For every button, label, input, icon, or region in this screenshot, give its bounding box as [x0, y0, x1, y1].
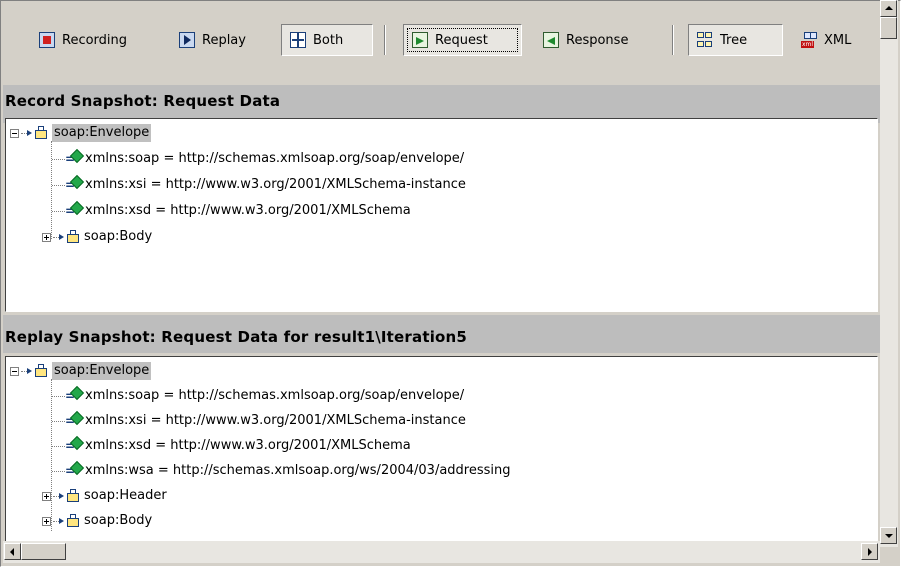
node-arrow-icon	[59, 518, 65, 524]
recording-icon	[39, 32, 55, 48]
xml-attribute-icon	[65, 437, 81, 455]
both-label: Both	[313, 32, 344, 48]
scroll-left-button[interactable]	[4, 543, 21, 560]
node-arrow-icon	[59, 234, 65, 240]
recording-button[interactable]: Recording	[31, 24, 135, 56]
collapse-icon[interactable]	[10, 128, 19, 138]
snapshot-view: Recording Replay Both Request Response T…	[3, 3, 880, 541]
tree-node-envelope[interactable]: soap:Envelope	[10, 124, 152, 142]
tree-node-label: xmlns:xsd = http://www.w3.org/2001/XMLSc…	[85, 203, 411, 218]
request-button[interactable]: Request	[403, 24, 522, 56]
horizontal-scroll-thumb[interactable]	[21, 543, 66, 560]
scroll-right-button[interactable]	[861, 543, 878, 560]
xml-element-icon	[66, 514, 80, 528]
tree-node-label: xmlns:soap = http://schemas.xmlsoap.org/…	[85, 151, 465, 166]
xml-element-icon	[66, 489, 80, 503]
response-label: Response	[566, 32, 629, 48]
tree-node-attribute[interactable]: xmlns:xsi = http://www.w3.org/2001/XMLSc…	[52, 412, 466, 430]
tree-node-attribute[interactable]: xmlns:xsd = http://www.w3.org/2001/XMLSc…	[52, 437, 411, 455]
horizontal-scrollbar[interactable]	[3, 541, 880, 563]
tree-node-label: soap:Envelope	[52, 124, 152, 142]
record-snapshot-title: Record Snapshot: Request Data	[5, 92, 281, 110]
request-label: Request	[435, 32, 488, 48]
scroll-down-button[interactable]	[880, 527, 897, 544]
toolbar-separator	[672, 25, 674, 55]
collapse-icon[interactable]	[10, 366, 19, 376]
vertical-scroll-thumb[interactable]	[880, 17, 897, 39]
tree-node-attribute[interactable]: xmlns:soap = http://schemas.xmlsoap.org/…	[52, 150, 464, 168]
xml-attribute-icon	[65, 202, 81, 220]
both-button[interactable]: Both	[281, 24, 373, 56]
tree-button[interactable]: Tree	[688, 24, 783, 56]
tree-node-label: xmlns:xsi = http://www.w3.org/2001/XMLSc…	[85, 413, 466, 428]
replay-icon	[179, 32, 195, 48]
xml-element-icon	[34, 126, 48, 140]
scroll-up-button[interactable]	[880, 0, 897, 17]
response-icon	[543, 32, 559, 48]
tree-node-attribute[interactable]: xmlns:xsi = http://www.w3.org/2001/XMLSc…	[52, 176, 466, 194]
node-arrow-icon	[59, 493, 65, 499]
xml-attribute-icon	[65, 176, 81, 194]
expand-icon[interactable]	[42, 491, 51, 501]
tree-node-attribute[interactable]: xmlns:soap = http://schemas.xmlsoap.org/…	[52, 387, 464, 405]
expand-icon[interactable]	[42, 516, 51, 526]
tree-node-header[interactable]: soap:Header	[42, 487, 167, 505]
xml-button[interactable]: XML	[793, 24, 859, 56]
tree-node-attribute[interactable]: xmlns:wsa = http://schemas.xmlsoap.org/w…	[52, 462, 511, 480]
node-arrow-icon	[27, 130, 33, 136]
tree-icon	[697, 32, 713, 48]
node-arrow-icon	[27, 368, 33, 374]
expand-icon[interactable]	[42, 232, 51, 242]
request-icon	[412, 32, 428, 48]
tree-node-label: xmlns:xsi = http://www.w3.org/2001/XMLSc…	[85, 177, 466, 192]
replay-snapshot-title: Replay Snapshot: Request Data for result…	[5, 328, 468, 346]
toolbar-separator	[384, 25, 386, 55]
tree-node-label: soap:Header	[84, 488, 167, 503]
xml-attribute-icon	[65, 412, 81, 430]
vertical-scrollbar[interactable]	[880, 0, 898, 547]
xml-label: XML	[824, 32, 852, 48]
record-tree[interactable]: soap:Envelope xmlns:soap = http://schema…	[5, 118, 878, 312]
tree-node-attribute[interactable]: xmlns:xsd = http://www.w3.org/2001/XMLSc…	[52, 202, 411, 220]
tree-node-label: soap:Body	[84, 513, 153, 528]
tree-node-label: soap:Envelope	[52, 362, 152, 380]
recording-label: Recording	[62, 32, 128, 48]
tree-node-body[interactable]: soap:Body	[42, 512, 152, 530]
tree-node-label: xmlns:wsa = http://schemas.xmlsoap.org/w…	[85, 463, 511, 478]
xml-attribute-icon	[65, 462, 81, 480]
tree-node-label: xmlns:soap = http://schemas.xmlsoap.org/…	[85, 388, 465, 403]
toolbar: Recording Replay Both Request Response T…	[3, 3, 880, 81]
tree-node-label: xmlns:xsd = http://www.w3.org/2001/XMLSc…	[85, 438, 411, 453]
response-button[interactable]: Response	[535, 24, 636, 56]
replay-label: Replay	[202, 32, 246, 48]
xml-element-icon	[66, 230, 80, 244]
tree-node-body[interactable]: soap:Body	[42, 228, 152, 246]
tree-node-envelope[interactable]: soap:Envelope	[10, 362, 152, 380]
xml-attribute-icon	[65, 387, 81, 405]
xml-element-icon	[34, 364, 48, 378]
tree-label: Tree	[720, 32, 748, 48]
xml-icon	[801, 32, 817, 48]
both-icon	[290, 32, 306, 48]
replay-tree[interactable]: soap:Envelope xmlns:soap = http://schema…	[5, 356, 878, 541]
xml-attribute-icon	[65, 150, 81, 168]
tree-node-label: soap:Body	[84, 229, 153, 244]
replay-button[interactable]: Replay	[171, 24, 254, 56]
